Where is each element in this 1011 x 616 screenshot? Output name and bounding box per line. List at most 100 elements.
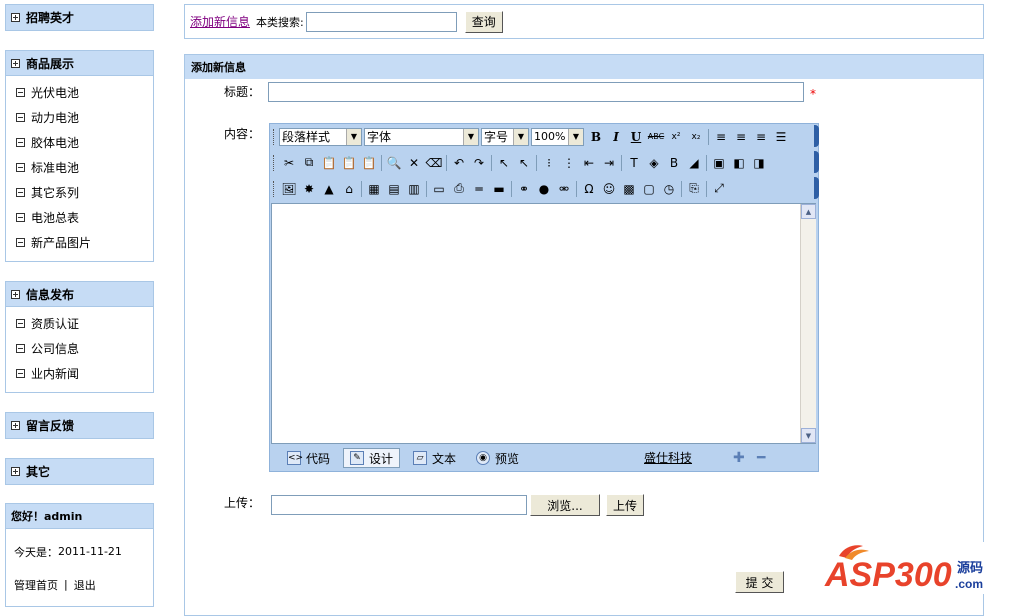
find-icon[interactable]: 🔍 [384,153,404,173]
import-word-icon[interactable]: ⎘ [684,179,704,199]
mode-design-button[interactable]: ✎ 设计 [343,448,401,468]
expand-plus-icon[interactable] [11,467,20,476]
fullscreen-icon[interactable]: ⤢ [709,179,729,199]
undo-icon[interactable]: ↶ [449,153,469,173]
underline-icon[interactable]: U [626,127,646,147]
insert-file-icon[interactable]: ⌂ [339,179,359,199]
logout-link[interactable]: 退出 [74,577,96,593]
unselect-icon[interactable]: ↖ [514,153,534,173]
table-props-icon[interactable]: ▤ [384,179,404,199]
sidebar-item-new-product-images[interactable]: 新产品图片 [6,230,153,255]
delete-icon[interactable]: ✕ [404,153,424,173]
align-center-icon[interactable]: ≡ [731,127,751,147]
horizontal-rule-icon[interactable]: ═ [469,179,489,199]
scroll-up-arrow-icon[interactable]: ▲ [801,204,816,219]
outdent-icon[interactable]: ⇤ [579,153,599,173]
admin-home-link[interactable]: 管理首页 [14,577,58,593]
font-size-select[interactable]: 字号 ▼ [481,127,529,146]
file-path-input[interactable] [271,495,527,515]
text-color-icon[interactable]: T [624,153,644,173]
expand-plus-icon[interactable] [11,58,20,68]
remove-link-icon[interactable]: ⚮ [554,179,574,199]
strikethrough-icon[interactable]: ABC [646,127,666,147]
expand-plus-icon[interactable] [11,421,20,430]
align-justify-icon[interactable]: ☰ [771,127,791,147]
bring-forward-icon[interactable]: ◧ [729,153,749,173]
insert-time-icon[interactable]: ◷ [659,179,679,199]
insert-media-icon[interactable]: ▲ [319,179,339,199]
sidebar-header-products[interactable]: 商品展示 [6,51,153,76]
search-button[interactable]: 查询 [464,10,503,33]
indent-icon[interactable]: ⇥ [599,153,619,173]
send-backward-icon[interactable]: ◨ [749,153,769,173]
sidebar-header-recruit[interactable]: 招聘英才 [6,5,153,30]
highlight-color-icon[interactable]: ◈ [644,153,664,173]
special-char-icon[interactable]: Ω [579,179,599,199]
mode-preview-button[interactable]: ◉ 预览 [469,448,526,468]
paste-text-icon[interactable]: 📋 [339,153,359,173]
sidebar-item-gel-battery[interactable]: 胶体电池 [6,130,153,155]
zoom-in-plus-icon[interactable]: ✚ [733,450,745,466]
insert-flash-icon[interactable]: ✸ [299,179,319,199]
zoom-select[interactable]: 100% ▼ [531,127,584,146]
bold-icon[interactable]: B [586,127,606,147]
italic-icon[interactable]: I [606,127,626,147]
unordered-list-icon[interactable]: ⋮ [559,153,579,173]
sidebar-item-power-battery[interactable]: 动力电池 [6,105,153,130]
upload-button[interactable]: 上传 [606,494,645,516]
mode-code-button[interactable]: <> 代码 [280,448,337,468]
sidebar-item-industry-news[interactable]: 业内新闻 [6,361,153,386]
insert-excel-icon[interactable]: ▩ [619,179,639,199]
insert-image-icon[interactable]: 🖼 [279,179,299,199]
browse-button[interactable]: 浏览... [530,494,600,516]
sidebar-item-battery-list[interactable]: 电池总表 [6,205,153,230]
title-input[interactable] [268,82,804,102]
submit-button[interactable]: 提 交 [735,571,784,593]
insert-table-icon[interactable]: ▦ [364,179,384,199]
font-family-select[interactable]: 字体 ▼ [364,127,479,146]
cut-icon[interactable]: ✂ [279,153,299,173]
sidebar-header-feedback[interactable]: 留言反馈 [6,413,153,438]
insert-page-icon[interactable]: ⎙ [449,179,469,199]
search-input[interactable] [305,11,457,32]
superscript-icon[interactable]: x² [666,127,686,147]
editor-brand-link[interactable]: 盛仕科技 [644,449,692,466]
zoom-out-minus-icon[interactable]: ━ [757,450,765,466]
sidebar-item-other-series[interactable]: 其它系列 [6,180,153,205]
redo-icon[interactable]: ↷ [469,153,489,173]
insert-frame-icon[interactable]: ▭ [429,179,449,199]
insert-marquee-icon[interactable]: ▬ [489,179,509,199]
insert-date-icon[interactable]: ▢ [639,179,659,199]
toolbar-endcap [814,177,819,199]
editor-content-area[interactable] [271,203,816,444]
expand-plus-icon[interactable] [11,289,20,299]
paragraph-style-select[interactable]: 段落样式 ▼ [279,127,362,146]
subscript-icon[interactable]: x₂ [686,127,706,147]
select-all-icon[interactable]: ↖ [494,153,514,173]
ordered-list-icon[interactable]: ⁝ [539,153,559,173]
sidebar-item-pv-battery[interactable]: 光伏电池 [6,80,153,105]
editor-vertical-scrollbar[interactable]: ▲ ▼ [800,204,816,443]
align-left-icon[interactable]: ≡ [711,127,731,147]
insert-form-icon[interactable]: ▥ [404,179,424,199]
sidebar-item-certification[interactable]: 资质认证 [6,311,153,336]
sidebar-item-company-info[interactable]: 公司信息 [6,336,153,361]
absolute-position-icon[interactable]: ▣ [709,153,729,173]
add-new-info-link[interactable]: 添加新信息 [190,13,250,30]
emoticon-icon[interactable]: ☺ [599,179,619,199]
paste-icon[interactable]: 📋 [319,153,339,173]
paste-word-icon[interactable]: 📋 [359,153,379,173]
insert-link-icon[interactable]: ⚭ [514,179,534,199]
copy-icon[interactable]: ⧉ [299,153,319,173]
bg-color-icon[interactable]: B [664,153,684,173]
expand-plus-icon[interactable] [11,13,20,22]
scroll-down-arrow-icon[interactable]: ▼ [801,428,816,443]
sidebar-item-standard-battery[interactable]: 标准电池 [6,155,153,180]
eraser-icon[interactable]: ⌫ [424,153,444,173]
sidebar-header-info[interactable]: 信息发布 [6,282,153,307]
sidebar-header-other[interactable]: 其它 [6,459,153,484]
align-right-icon[interactable]: ≡ [751,127,771,147]
mode-text-button[interactable]: ▱ 文本 [406,448,463,468]
fill-icon[interactable]: ◢ [684,153,704,173]
insert-anchor-icon[interactable]: ● [534,179,554,199]
